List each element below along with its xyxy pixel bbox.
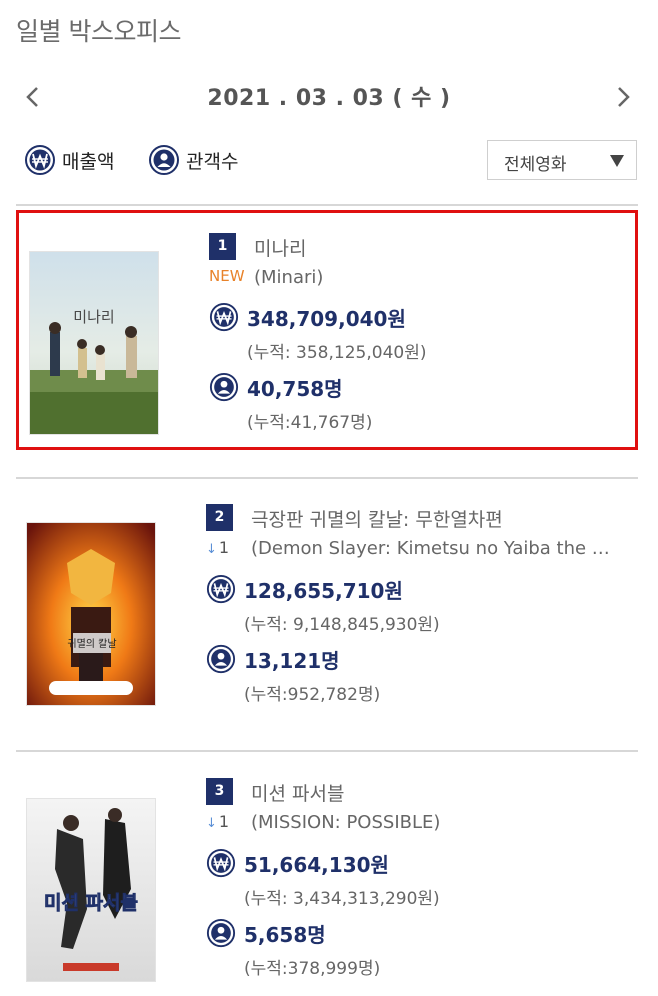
audience-stat: 40,758명 [209,372,343,402]
daily-audience: 5,658명 [244,922,326,947]
rank-badge: 2 [206,504,233,531]
poster-image: 미나리 [30,252,158,434]
arrow-down-icon: ↓ [206,542,217,557]
rank-change: ↓ 1 [206,538,229,557]
movie-info: 2 극장판 귀멸의 칼날: 무한열차편 ↓ 1 (Demon Slayer: Ki… [206,504,631,705]
poster-title: 미션 파서블 [44,892,138,914]
person-icon [209,372,239,402]
movie-poster[interactable]: 미나리 [29,251,159,435]
original-title: (Demon Slayer: Kimetsu no Yaiba the … [251,538,610,559]
sales-stat: 128,655,710원 [206,574,403,604]
movie-item[interactable]: 미나리 1 미나리 NEW (Minari) 348,709,040원 (누적:… [16,210,638,450]
movie-title[interactable]: 극장판 귀멸의 칼날: 무한열차편 [251,505,503,532]
sales-stat: 51,664,130원 [206,848,389,878]
movie-poster[interactable]: 미션 파서블 [26,798,156,982]
won-icon [25,145,55,175]
divider [16,477,638,479]
daily-audience: 40,758명 [247,376,343,401]
person-icon [149,145,179,175]
cumulative-audience: (누적:41,767명) [247,413,373,433]
audience-stat: 5,658명 [206,918,326,948]
person-icon [206,918,236,948]
movie-item[interactable]: 귀멸의 칼날 2 극장판 귀멸의 칼날: 무한열차편 ↓ 1 (Demon Sla… [16,482,638,722]
sales-toggle[interactable]: 매출액 [24,142,134,178]
rank-change-value: 1 [218,538,230,557]
cumulative-audience: (누적:952,782명) [244,685,381,705]
rank-change: ↓ 1 [206,812,229,831]
person-icon [206,644,236,674]
poster-image: 귀멸의 칼날 [27,523,155,705]
won-icon [206,848,236,878]
movie-title[interactable]: 미션 파서블 [251,779,344,806]
poster-title: 귀멸의 칼날 [67,637,116,650]
movie-info: 1 미나리 NEW (Minari) 348,709,040원 (누적: 358… [209,233,634,433]
won-icon [209,302,239,332]
next-date-button[interactable] [608,82,638,112]
daily-sales: 128,655,710원 [244,578,403,603]
movie-poster[interactable]: 귀멸의 칼날 [26,522,156,706]
caret-down-icon [610,155,624,167]
daily-sales: 348,709,040원 [247,306,406,331]
sales-stat: 348,709,040원 [209,302,406,332]
rank-badge: 1 [209,233,236,260]
audience-toggle[interactable]: 관객수 [148,142,258,178]
rank-change-value: 1 [218,812,230,831]
cumulative-sales: (누적: 9,148,845,930원) [244,615,440,635]
daily-audience: 13,121명 [244,648,340,673]
poster-title: 미나리 [73,308,114,326]
rank-badge: 3 [206,778,233,805]
rank-change-new: NEW [209,267,245,285]
movie-filter-select[interactable]: 전체영화 [487,140,637,180]
original-title: (MISSION: POSSIBLE) [251,812,441,833]
date-navigator: 2021 . 03 . 03 ( 수 ) [0,78,658,118]
date-label: 2021 . 03 . 03 ( 수 ) [207,86,451,111]
arrow-down-icon: ↓ [206,816,217,831]
divider [16,750,638,752]
chevron-right-icon [618,87,630,107]
cumulative-audience: (누적:378,999명) [244,959,381,979]
divider [16,204,638,206]
movie-title[interactable]: 미나리 [254,234,306,261]
daily-sales: 51,664,130원 [244,852,389,877]
cumulative-sales: (누적: 358,125,040원) [247,343,427,363]
audience-toggle-label: 관객수 [186,150,239,173]
movie-filter-value: 전체영화 [504,155,567,175]
original-title: (Minari) [254,267,324,288]
won-icon [206,574,236,604]
movie-item[interactable]: 미션 파서블 3 미션 파서블 ↓ 1 (MISSION: POSSIBLE) 5… [16,756,638,996]
cumulative-sales: (누적: 3,434,313,290원) [244,889,440,909]
sales-toggle-label: 매출액 [62,150,115,173]
audience-stat: 13,121명 [206,644,340,674]
movie-info: 3 미션 파서블 ↓ 1 (MISSION: POSSIBLE) 51,664,1… [206,778,631,979]
poster-image: 미션 파서블 [27,799,155,981]
page-title: 일별 박스오피스 [16,17,181,46]
